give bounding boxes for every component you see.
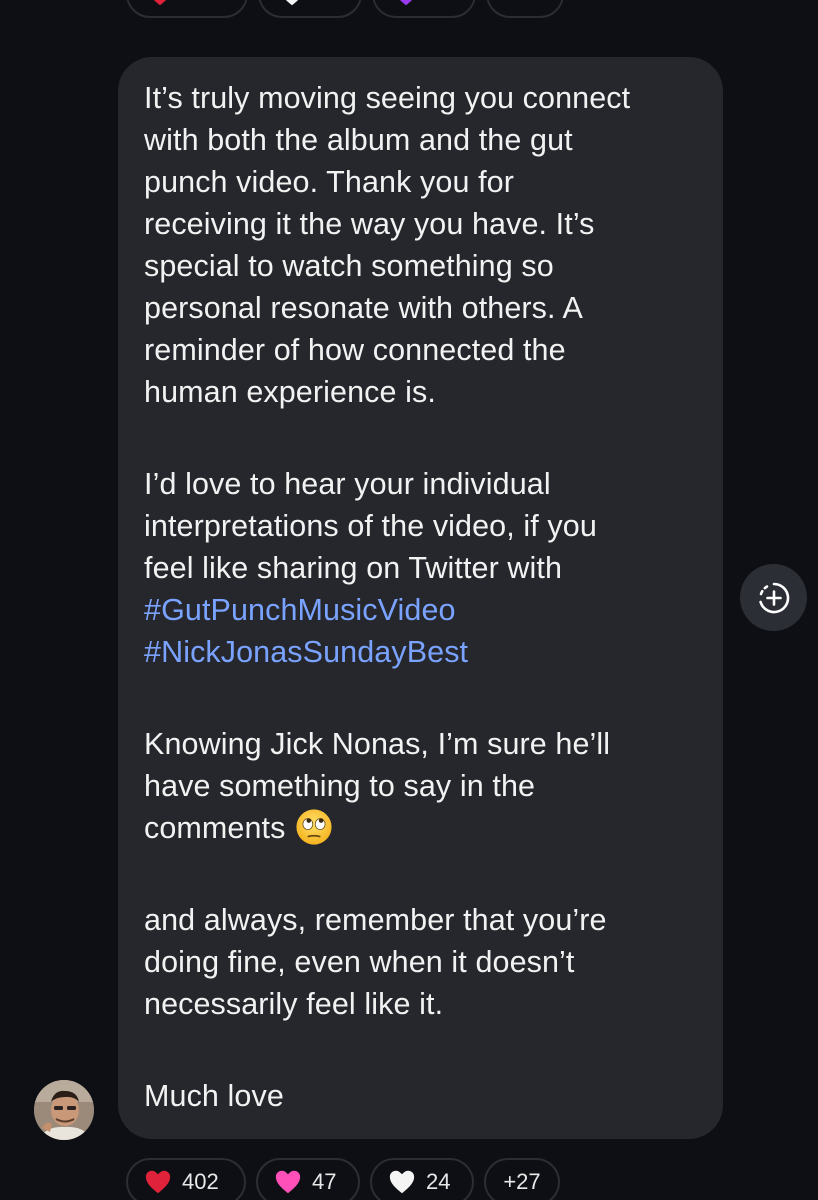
reaction-pill-white-heart[interactable] xyxy=(258,0,362,18)
white-heart-icon xyxy=(389,1170,415,1194)
add-reaction-icon xyxy=(758,582,789,613)
reaction-count: 402 xyxy=(182,1169,219,1194)
chat-screen: It’s truly moving seeing you connect wit… xyxy=(0,0,818,1200)
rolling-eyes-emoji-icon xyxy=(296,809,333,845)
message-signoff: Much love xyxy=(144,1075,697,1117)
white-heart-icon xyxy=(285,0,299,6)
message-reactions: 402 47 24 +27 xyxy=(126,1158,560,1200)
message-line: feel like sharing on Twitter with xyxy=(144,551,563,585)
previous-message-reactions xyxy=(126,0,564,18)
hashtag-link[interactable]: #NickJonasSundayBest xyxy=(144,631,697,673)
message-line: interpretations of the video, if you xyxy=(144,509,597,543)
reaction-pill-more[interactable]: +27 xyxy=(484,1158,560,1200)
reaction-pill-red-heart[interactable]: 402 xyxy=(126,1158,246,1200)
message-line: punch video. Thank you for xyxy=(144,165,514,199)
avatar-photo xyxy=(34,1080,94,1140)
message-text: comments xyxy=(144,811,286,845)
message-line: and always, remember that you’re xyxy=(144,903,607,937)
reaction-pill-more[interactable] xyxy=(486,0,564,18)
reaction-pill-purple-heart[interactable] xyxy=(372,0,476,18)
reaction-count: +27 xyxy=(503,1169,541,1194)
avatar[interactable] xyxy=(34,1080,94,1140)
purple-heart-icon xyxy=(399,0,413,6)
message-line: human experience is. xyxy=(144,375,436,409)
reaction-pill-pink-heart[interactable]: 47 xyxy=(256,1158,360,1200)
add-reaction-button[interactable] xyxy=(740,564,807,631)
message-paragraph-3: Knowing Jick Nonas, I’m sure he’ll have … xyxy=(144,723,697,849)
reaction-count: 47 xyxy=(312,1169,337,1194)
message-line: reminder of how connected the xyxy=(144,333,566,367)
message-line: Knowing Jick Nonas, I’m sure he’ll xyxy=(144,727,611,761)
message-line: with both the album and the gut xyxy=(144,123,573,157)
reaction-pill-white-heart[interactable]: 24 xyxy=(370,1158,474,1200)
message-line: necessarily feel like it. xyxy=(144,987,444,1021)
message-paragraph-2: I’d love to hear your individual interpr… xyxy=(144,463,697,673)
message-line: It’s truly moving seeing you connect xyxy=(144,81,631,115)
message-line: doing fine, even when it doesn’t xyxy=(144,945,575,979)
message-line: I’d love to hear your individual xyxy=(144,467,551,501)
message-line: special to watch something so xyxy=(144,249,554,283)
message-line: personal resonate with others. A xyxy=(144,291,583,325)
red-heart-icon xyxy=(153,0,167,6)
message-paragraph-1: It’s truly moving seeing you connect wit… xyxy=(144,77,697,413)
message-paragraph-4: and always, remember that you’re doing f… xyxy=(144,899,697,1025)
hashtag-link[interactable]: #GutPunchMusicVideo xyxy=(144,589,697,631)
reaction-count: 24 xyxy=(426,1169,451,1194)
message-line: receiving it the way you have. It’s xyxy=(144,207,595,241)
red-heart-icon xyxy=(145,1170,171,1194)
message-line: Much love xyxy=(144,1079,284,1113)
message-line: have something to say in the xyxy=(144,769,536,803)
pink-heart-icon xyxy=(275,1170,301,1194)
message-bubble: It’s truly moving seeing you connect wit… xyxy=(118,57,723,1139)
message-line-with-emoji: comments xyxy=(144,807,697,849)
reaction-pill-red-heart[interactable] xyxy=(126,0,248,18)
